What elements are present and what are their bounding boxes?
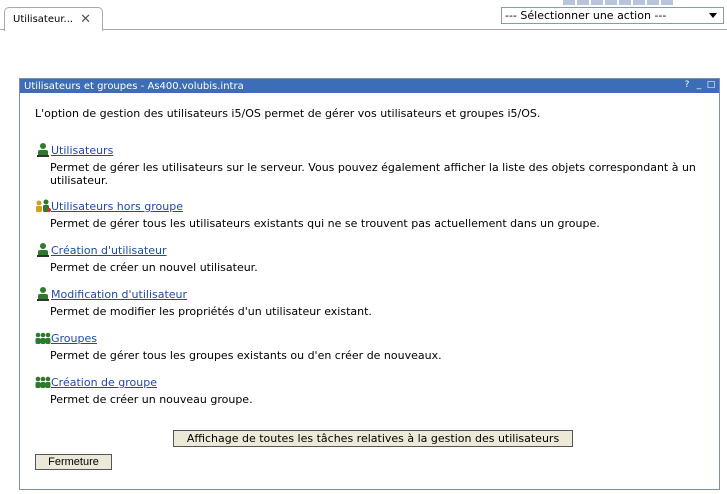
maximize-icon[interactable]: □ bbox=[706, 80, 716, 91]
users-no-group-icon bbox=[36, 199, 51, 212]
list-item: Création d'utilisateur Permet de créer u… bbox=[35, 241, 715, 274]
tab-utilisateurs[interactable]: Utilisateur... ✕ bbox=[4, 7, 103, 31]
tab-bar: Utilisateur... ✕ --- Sélectionner une ac… bbox=[0, 0, 727, 31]
toolbar-thumbnails bbox=[563, 0, 723, 6]
list-item: Modification d'utilisateur Permet de mod… bbox=[35, 285, 715, 318]
action-select-value: --- Sélectionner une action --- bbox=[505, 9, 667, 22]
link-modification-utilisateur[interactable]: Modification d'utilisateur bbox=[51, 288, 187, 301]
portlet-users-groups: Utilisateurs et groupes - As400.volubis.… bbox=[19, 78, 720, 490]
list-item: Groupes Permet de gérer tous les groupes… bbox=[35, 329, 715, 362]
edit-user-icon bbox=[37, 287, 49, 301]
portlet-title-bar: Utilisateurs et groupes - As400.volubis.… bbox=[20, 79, 719, 93]
help-icon[interactable]: ? bbox=[682, 80, 692, 91]
list-item: Utilisateurs hors groupe Permet de gérer… bbox=[35, 197, 715, 230]
close-button[interactable]: Fermeture bbox=[35, 454, 112, 470]
all-user-tasks-button[interactable]: Affichage de toutes les tâches relatives… bbox=[173, 430, 573, 447]
item-description: Permet de modifier les propriétés d'un u… bbox=[50, 305, 372, 318]
intro-text: L'option de gestion des utilisateurs i5/… bbox=[35, 107, 541, 120]
link-utilisateurs-hors-groupe[interactable]: Utilisateurs hors groupe bbox=[51, 200, 183, 213]
item-description: Permet de gérer tous les groupes existan… bbox=[50, 349, 442, 362]
list-item: Utilisateurs Permet de gérer les utilisa… bbox=[35, 141, 715, 187]
item-description: Permet de gérer les utilisateurs sur le … bbox=[50, 161, 696, 187]
close-icon[interactable]: ✕ bbox=[80, 13, 91, 26]
minimize-icon[interactable]: _ bbox=[694, 80, 704, 91]
action-select[interactable]: --- Sélectionner une action --- bbox=[501, 7, 724, 24]
create-user-icon bbox=[37, 243, 49, 257]
link-creation-groupe[interactable]: Création de groupe bbox=[51, 376, 157, 389]
link-groupes[interactable]: Groupes bbox=[51, 332, 97, 345]
chevron-down-icon bbox=[709, 13, 717, 18]
link-creation-utilisateur[interactable]: Création d'utilisateur bbox=[51, 244, 167, 257]
portlet-title: Utilisateurs et groupes - As400.volubis.… bbox=[24, 80, 244, 92]
group-icon bbox=[35, 332, 51, 344]
tab-label: Utilisateur... bbox=[13, 14, 74, 25]
user-icon bbox=[37, 143, 49, 157]
item-description: Permet de créer un nouvel utilisateur. bbox=[50, 261, 258, 274]
link-utilisateurs[interactable]: Utilisateurs bbox=[51, 144, 113, 157]
list-item: Création de groupe Permet de créer un no… bbox=[35, 373, 715, 406]
item-description: Permet de créer un nouveau groupe. bbox=[50, 393, 253, 406]
item-description: Permet de gérer tous les utilisateurs ex… bbox=[50, 217, 600, 230]
create-group-icon bbox=[35, 376, 51, 388]
